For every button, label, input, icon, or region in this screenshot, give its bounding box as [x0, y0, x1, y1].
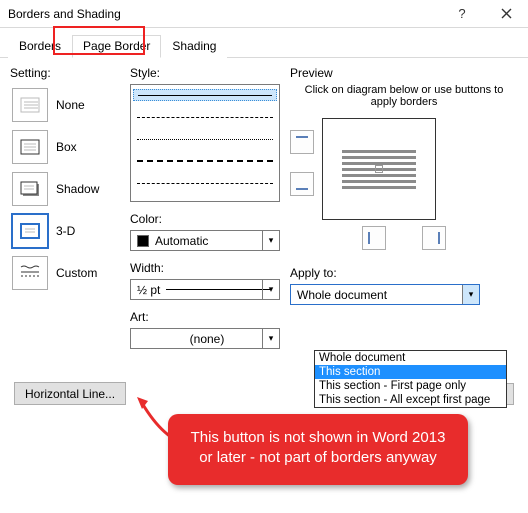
setting-label: Setting: [10, 66, 120, 80]
style-option[interactable] [133, 133, 277, 145]
preview-hint: Click on diagram below or use buttons to… [290, 84, 518, 108]
apply-to-label: Apply to: [290, 266, 518, 280]
tab-page-border[interactable]: Page Border [72, 35, 161, 58]
style-option[interactable] [133, 177, 277, 189]
tab-borders[interactable]: Borders [8, 35, 72, 58]
close-icon [501, 8, 512, 19]
setting-none-icon [12, 88, 48, 122]
setting-shadow-icon [12, 172, 48, 206]
window-title: Borders and Shading [8, 7, 440, 21]
setting-shadow[interactable]: Shadow [10, 168, 120, 210]
apply-to-dropdown-list[interactable]: Whole document This section This section… [314, 350, 507, 408]
title-bar: Borders and Shading ? [0, 0, 528, 28]
width-dropdown[interactable]: ½ pt ▾ [130, 279, 280, 300]
preview-diagram[interactable] [322, 118, 436, 220]
width-sample-icon [166, 289, 271, 290]
apply-to-option[interactable]: Whole document [315, 351, 506, 365]
page-lines-icon [342, 147, 416, 192]
close-button[interactable] [484, 0, 528, 28]
apply-to-option[interactable]: This section [315, 365, 506, 379]
tab-strip: Borders Page Border Shading [0, 28, 528, 58]
setting-box-icon [12, 130, 48, 164]
style-list[interactable] [130, 84, 280, 202]
setting-custom[interactable]: Custom [10, 252, 120, 294]
apply-to-option[interactable]: This section - First page only [315, 379, 506, 393]
apply-to-dropdown[interactable]: Whole document ▾ [290, 284, 480, 305]
art-label: Art: [130, 310, 280, 324]
color-dropdown[interactable]: Automatic ▾ [130, 230, 280, 251]
chevron-down-icon: ▾ [262, 329, 279, 348]
setting-3d[interactable]: 3-D [10, 210, 120, 252]
style-label: Style: [130, 66, 280, 80]
chevron-down-icon: ▾ [462, 285, 479, 304]
width-label: Width: [130, 261, 280, 275]
border-bottom-button[interactable] [290, 172, 314, 196]
color-swatch-icon [137, 235, 149, 247]
setting-3d-icon [12, 214, 48, 248]
chevron-down-icon: ▾ [262, 231, 279, 250]
setting-none[interactable]: None [10, 84, 120, 126]
horizontal-line-button[interactable]: Horizontal Line... [14, 382, 126, 405]
annotation-callout: This button is not shown in Word 2013 or… [168, 414, 468, 485]
preview-label: Preview [290, 66, 518, 80]
border-top-button[interactable] [290, 130, 314, 154]
border-left-button[interactable] [362, 226, 386, 250]
art-dropdown[interactable]: (none) ▾ [130, 328, 280, 349]
setting-box[interactable]: Box [10, 126, 120, 168]
style-option[interactable] [133, 155, 277, 167]
chevron-down-icon: ▾ [262, 280, 279, 299]
help-button[interactable]: ? [440, 0, 484, 28]
style-option[interactable] [133, 89, 277, 101]
tab-shading[interactable]: Shading [161, 35, 227, 58]
setting-custom-icon [12, 256, 48, 290]
border-right-button[interactable] [422, 226, 446, 250]
style-option[interactable] [133, 111, 277, 123]
color-label: Color: [130, 212, 280, 226]
apply-to-option[interactable]: This section - All except first page [315, 393, 506, 407]
